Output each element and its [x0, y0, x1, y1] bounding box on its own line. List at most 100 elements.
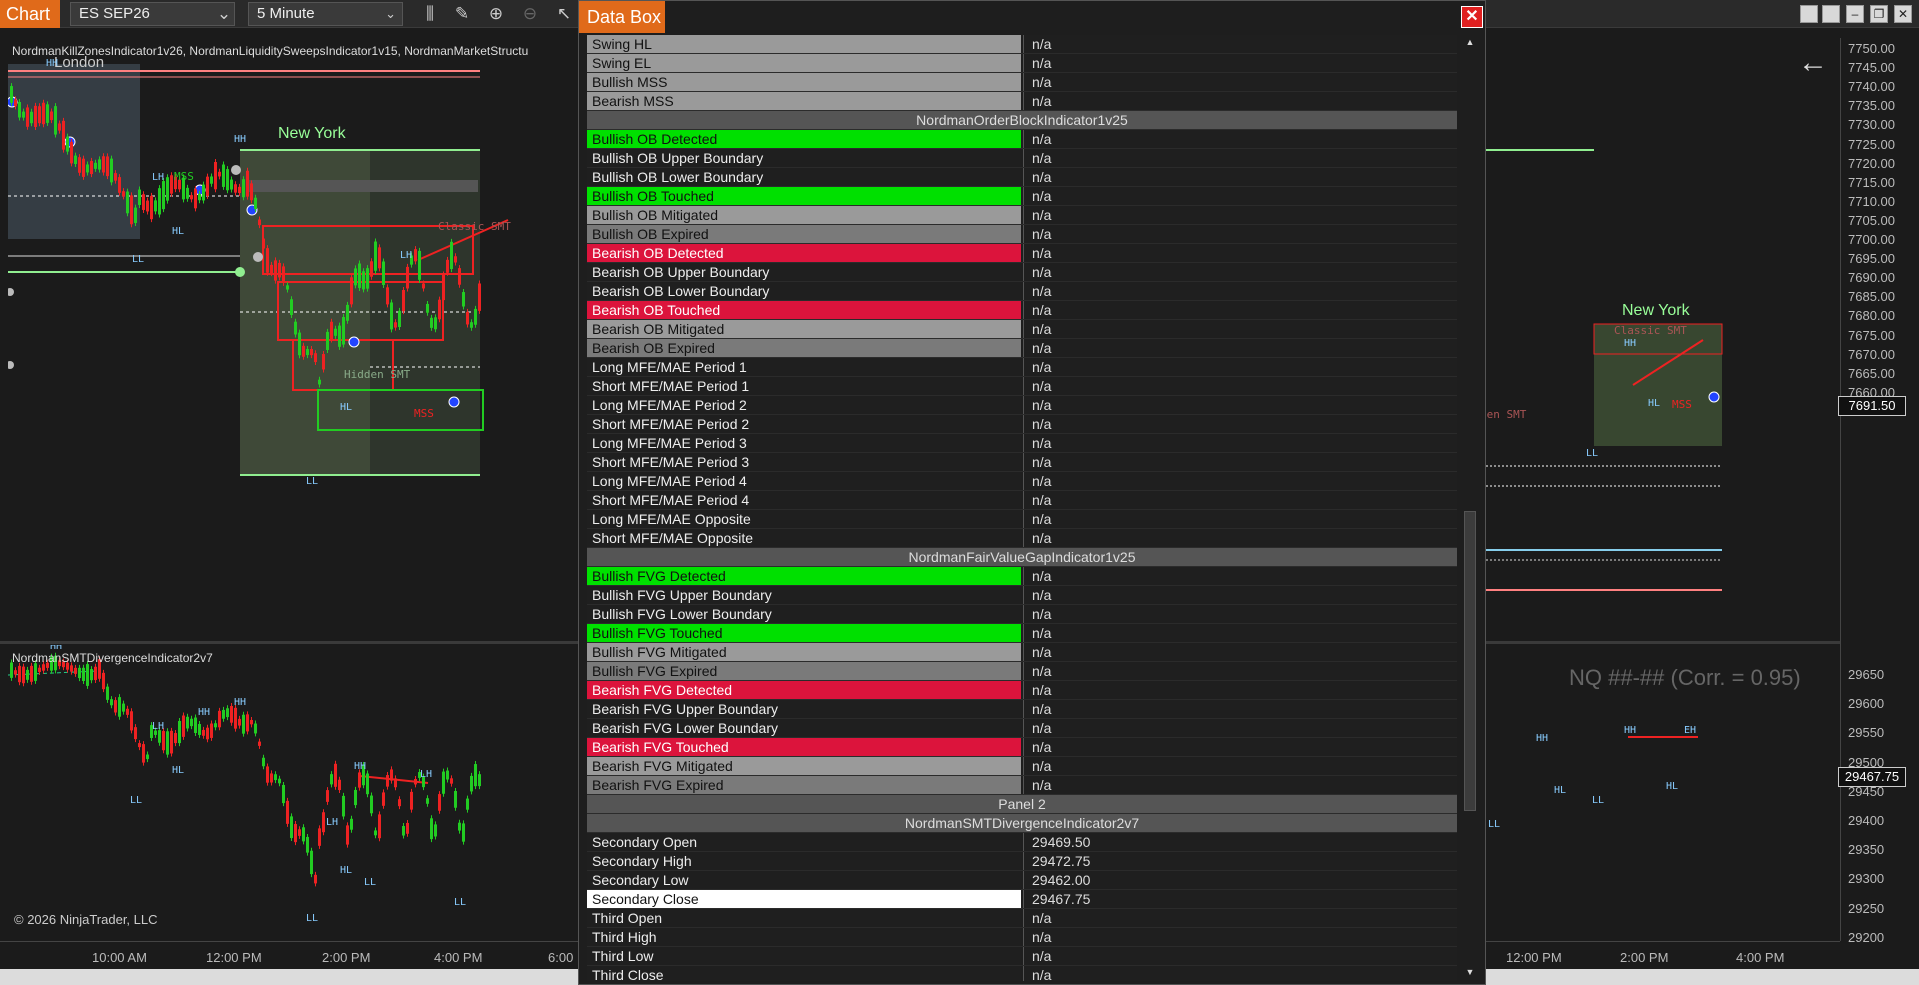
data-box-value: n/a: [1023, 149, 1457, 167]
close-icon[interactable]: ✕: [1461, 6, 1483, 28]
candle: [354, 268, 357, 286]
scroll-thumb[interactable]: [1464, 511, 1476, 811]
candle: [234, 184, 237, 193]
price-tick: 29650: [1848, 667, 1885, 682]
candle: [478, 283, 481, 311]
structure-label: HH: [1536, 733, 1549, 744]
candle: [274, 260, 277, 281]
data-box-label: Third Low: [587, 947, 1021, 965]
data-box-value: n/a: [1023, 567, 1457, 585]
candle: [442, 274, 445, 301]
candle: [370, 261, 373, 277]
data-box-value: n/a: [1023, 643, 1457, 661]
candle: [22, 111, 25, 118]
lower-indicator-list: NordmanSMTDivergenceIndicator2v7: [12, 651, 213, 665]
scroll-up-icon[interactable]: ▲: [1464, 37, 1476, 49]
candle: [330, 321, 333, 340]
candle: [242, 714, 245, 734]
data-box-section-header: NordmanOrderBlockIndicator1v25: [587, 111, 1457, 130]
data-box-row: Short MFE/MAE Period 3 n/a: [587, 453, 1457, 472]
data-box-label: Bullish OB Mitigated: [587, 206, 1021, 224]
candle: [118, 697, 121, 717]
price-tick: 29300: [1848, 871, 1885, 887]
price-tick: 29200: [1848, 929, 1885, 945]
candle: [18, 101, 21, 118]
current-price-marker: 7691.50: [1838, 396, 1906, 416]
candle: [322, 812, 325, 833]
candle: [182, 715, 185, 737]
restore-icon[interactable]: ❐: [1870, 5, 1888, 23]
structure-label: HH: [234, 697, 247, 708]
data-box-label: Third High: [587, 928, 1021, 946]
minimize-icon[interactable]: –: [1846, 5, 1864, 23]
candle: [90, 160, 93, 175]
price-tick: 7685.00: [1848, 289, 1895, 305]
candle: [394, 778, 397, 788]
structure-label: HL: [172, 226, 185, 237]
chevron-down-icon[interactable]: ⌄: [212, 3, 236, 25]
data-box-value: 29462.00: [1023, 871, 1457, 889]
candle: [94, 666, 97, 681]
candle: [346, 304, 349, 321]
data-box-value: n/a: [1023, 928, 1457, 946]
candle: [102, 672, 105, 690]
candle: [438, 794, 441, 811]
data-box-label: Secondary Low: [587, 871, 1021, 889]
structure-label: LH: [420, 769, 433, 780]
data-box-value: n/a: [1023, 776, 1457, 794]
structure-label: LL: [1586, 448, 1599, 459]
candle: [306, 349, 309, 356]
candle: [374, 241, 377, 271]
window-option-icon[interactable]: [1822, 5, 1840, 23]
candle: [426, 303, 429, 313]
zoom-out-icon[interactable]: ⊖: [518, 3, 542, 25]
pointer-icon[interactable]: ↖: [552, 3, 576, 25]
data-box-value: n/a: [1023, 168, 1457, 186]
candle: [414, 249, 417, 262]
candle: [346, 825, 349, 845]
data-box-label: Bearish OB Mitigated: [587, 320, 1021, 338]
order-block-box: [248, 180, 478, 192]
data-box-label: Long MFE/MAE Period 1: [587, 358, 1021, 376]
time-tick: 4:00 PM: [434, 950, 483, 965]
candle: [26, 107, 29, 127]
timeframe-selector[interactable]: 5 Minute ⌄: [248, 2, 403, 26]
candle: [398, 799, 401, 807]
candle: [318, 379, 321, 385]
candle: [470, 775, 473, 792]
data-box-titlebar[interactable]: Data Box ✕: [579, 1, 1485, 33]
session-label-newyork-2: New York: [1622, 302, 1690, 319]
close-icon[interactable]: ✕: [1894, 5, 1912, 23]
candle: [458, 268, 461, 285]
data-box-scrollbar[interactable]: ▲ ▼: [1461, 37, 1479, 982]
candle: [114, 173, 117, 181]
candle: [358, 263, 361, 288]
data-box-row: Bullish OB Upper Boundary n/a: [587, 149, 1457, 168]
candle: [186, 187, 189, 199]
data-box-row: Bullish OB Mitigated n/a: [587, 206, 1457, 225]
data-box-window[interactable]: Data Box ✕ Swing HL n/a Swing EL n/a Bullish…: [578, 0, 1486, 985]
bars-type-icon[interactable]: ⫼: [418, 3, 442, 25]
data-box-row: Bearish OB Touched n/a: [587, 301, 1457, 320]
zoom-in-icon[interactable]: ⊕: [484, 3, 508, 25]
candle: [106, 156, 109, 177]
data-box-value: n/a: [1023, 909, 1457, 927]
scroll-down-icon[interactable]: ▼: [1464, 967, 1476, 979]
drawing-tool-icon[interactable]: ✎: [450, 3, 474, 25]
structure-label: HL: [1666, 781, 1679, 792]
time-tick: 2:00 PM: [1620, 950, 1669, 965]
back-arrow-icon[interactable]: ←: [1798, 46, 1828, 80]
data-box-label: Bearish FVG Touched: [587, 738, 1021, 756]
candle: [110, 699, 113, 706]
instrument-selector[interactable]: ES SEP26: [70, 2, 235, 26]
candle: [34, 105, 37, 127]
window-option-icon[interactable]: [1800, 5, 1818, 23]
candle: [262, 238, 265, 249]
candle: [446, 259, 449, 273]
data-box-value: 29472.75: [1023, 852, 1457, 870]
data-box-label: Long MFE/MAE Opposite: [587, 510, 1021, 528]
data-box-label: Long MFE/MAE Period 4: [587, 472, 1021, 490]
chart-tab[interactable]: Chart: [0, 0, 60, 28]
price-axis[interactable]: [1840, 38, 1919, 941]
candle: [354, 789, 357, 806]
